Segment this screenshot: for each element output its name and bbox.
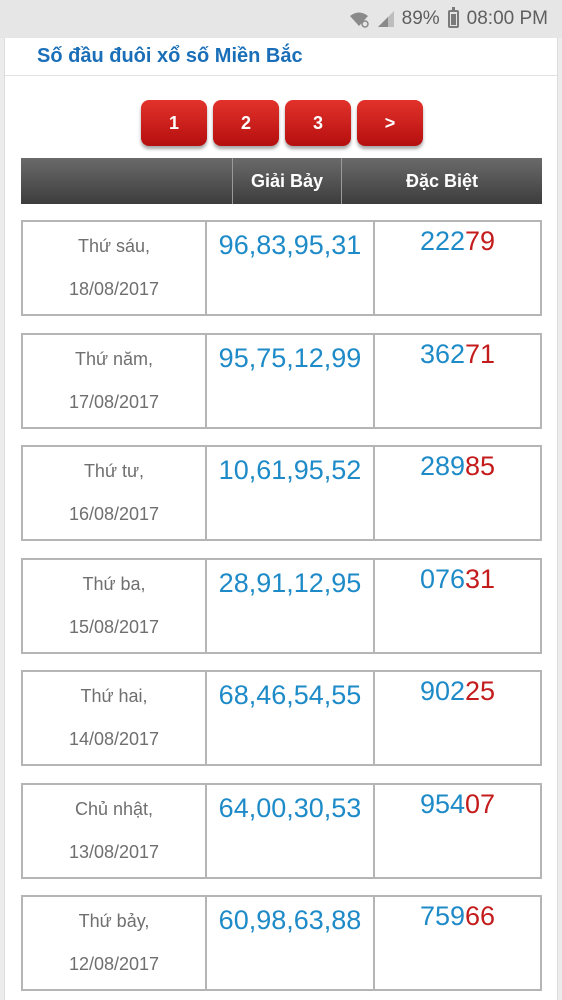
date-label: 17/08/2017 (68, 391, 160, 412)
header-dac-biet: Đặc Biệt (405, 170, 479, 191)
special-tail: 31 (465, 563, 496, 594)
pagination: 1 2 3 > (141, 100, 423, 146)
header-date (21, 158, 233, 204)
date-cell: Chủ nhật, 13/08/2017 (23, 784, 207, 877)
battery-percent: 89% (401, 8, 440, 29)
weekday-label: Thứ năm, (74, 348, 154, 369)
date-label: 15/08/2017 (68, 616, 160, 637)
weekday-label: Chủ nhật, (74, 798, 154, 819)
special-head: 954 (419, 788, 465, 819)
special-head: 222 (419, 226, 465, 256)
date-cell: Thứ sáu, 18/08/2017 (23, 222, 207, 314)
status-bar: 89% 08:00 PM (0, 0, 562, 38)
wifi-icon (348, 10, 370, 28)
date-label: 14/08/2017 (68, 729, 160, 749)
special-tail: 85 (465, 451, 496, 481)
dac-biet-value: 90225 (375, 672, 540, 764)
weekday-label: Thứ sáu, (77, 236, 151, 256)
giai-bay-value: 68,46,54,55 (207, 672, 375, 764)
special-tail: 66 (465, 901, 496, 931)
special-head: 902 (419, 676, 465, 706)
clock-time: 08:00 PM (466, 8, 548, 29)
special-head: 289 (419, 451, 465, 481)
results-card: Số đầu đuôi xổ số Miền Bắc 1 2 3 > Giải … (4, 38, 558, 1000)
giai-bay-value: 10,61,95,52 (207, 447, 375, 539)
giai-bay-value: 64,00,30,53 (207, 784, 375, 877)
giai-bay-value: 96,83,95,31 (207, 222, 375, 314)
table-row: Thứ năm, 17/08/2017 95,75,12,99 36271 (21, 332, 542, 429)
date-label: 18/08/2017 (68, 279, 160, 299)
table-header: Giải Bảy Đặc Biệt (21, 158, 542, 204)
special-head: 759 (419, 901, 465, 931)
date-label: 16/08/2017 (68, 504, 160, 524)
header-giai-bay: Giải Bảy (233, 158, 342, 204)
page-button-3[interactable]: 3 (285, 100, 351, 146)
signal-icon (376, 10, 396, 28)
battery-icon (447, 7, 459, 28)
special-tail: 07 (465, 788, 496, 819)
special-tail: 25 (465, 676, 496, 706)
date-label: 12/08/2017 (68, 954, 160, 974)
date-cell: Thứ năm, 17/08/2017 (23, 334, 207, 427)
special-tail: 79 (465, 226, 496, 256)
dac-biet-value: 07631 (375, 560, 540, 652)
table-row: Thứ sáu, 18/08/2017 96,83,95,31 22279 (21, 220, 542, 316)
table-row: Thứ bảy, 12/08/2017 60,98,63,88 75966 (21, 895, 542, 991)
dac-biet-value: 95407 (375, 785, 540, 877)
weekday-label: Thứ ba, (82, 573, 146, 594)
dac-biet-value: 75966 (375, 897, 540, 989)
special-head: 076 (419, 563, 465, 594)
results-list: Thứ sáu, 18/08/2017 96,83,95,31 22279 Th… (21, 220, 542, 1000)
page-button-1[interactable]: 1 (141, 100, 207, 146)
special-tail: 71 (465, 338, 496, 369)
giai-bay-value: 95,75,12,99 (207, 334, 375, 427)
table-row: Thứ tư, 16/08/2017 10,61,95,52 28985 (21, 445, 542, 541)
date-cell: Thứ tư, 16/08/2017 (23, 447, 207, 539)
table-row: Thứ ba, 15/08/2017 28,91,12,95 07631 (21, 557, 542, 654)
date-cell: Thứ bảy, 12/08/2017 (23, 897, 207, 989)
dac-biet-value: 28985 (375, 447, 540, 539)
weekday-label: Thứ bảy, (78, 911, 150, 931)
date-cell: Thứ hai, 14/08/2017 (23, 672, 207, 764)
date-cell: Thứ ba, 15/08/2017 (23, 559, 207, 652)
table-row: Chủ nhật, 13/08/2017 64,00,30,53 95407 (21, 782, 542, 879)
dac-biet-value: 22279 (375, 222, 540, 314)
table-row: Thứ hai, 14/08/2017 68,46,54,55 90225 (21, 670, 542, 766)
special-head: 362 (419, 338, 465, 369)
weekday-label: Thứ tư, (83, 461, 145, 481)
dac-biet-value: 36271 (375, 335, 540, 427)
giai-bay-value: 28,91,12,95 (207, 559, 375, 652)
page-button-2[interactable]: 2 (213, 100, 279, 146)
giai-bay-value: 60,98,63,88 (207, 897, 375, 989)
page-title: Số đầu đuôi xổ số Miền Bắc (5, 38, 557, 76)
weekday-label: Thứ hai, (80, 686, 148, 706)
page-button-next[interactable]: > (357, 100, 423, 146)
date-label: 13/08/2017 (68, 841, 160, 862)
